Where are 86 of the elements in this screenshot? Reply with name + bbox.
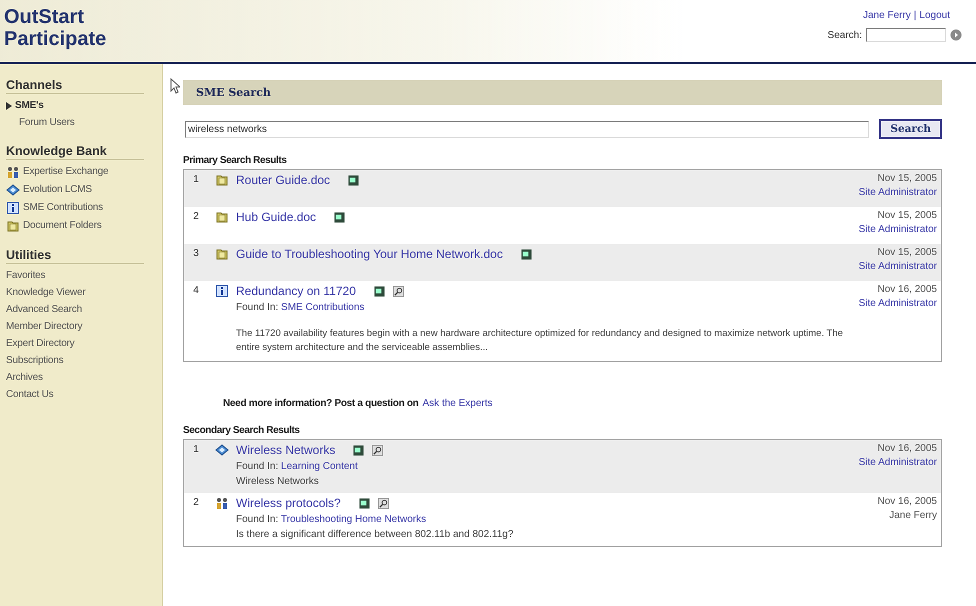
user-link[interactable]: Jane Ferry bbox=[863, 10, 911, 21]
result-title-link[interactable]: Wireless protocols? bbox=[236, 496, 341, 510]
sidebar-heading: Utilities bbox=[6, 248, 144, 264]
sidebar-item[interactable]: Evolution LCMS bbox=[23, 181, 92, 199]
result-snippet: Is there a significant difference between 802.11b and 802.11g? bbox=[236, 529, 514, 540]
section-heading: Secondary Search Results bbox=[183, 425, 301, 436]
view-icon[interactable] bbox=[520, 248, 532, 260]
sidebar-item[interactable]: Forum Users bbox=[6, 114, 158, 131]
panel-title-bar: SME Search bbox=[183, 80, 942, 105]
logo-text: Participate bbox=[4, 28, 106, 50]
section-heading: Primary Search Results bbox=[183, 155, 288, 166]
folder-icon bbox=[215, 247, 229, 261]
sidebar-item[interactable]: Favorites bbox=[6, 267, 158, 284]
found-in-label: Found In: bbox=[236, 302, 278, 313]
result-snippet: Wireless Networks bbox=[236, 476, 320, 487]
folder-icon bbox=[215, 173, 229, 187]
logo-text: OutStart bbox=[4, 6, 85, 28]
view-icon[interactable] bbox=[358, 498, 370, 508]
search-button[interactable]: Search bbox=[879, 119, 942, 139]
folder-icon bbox=[215, 210, 229, 224]
sidebar-item[interactable]: Knowledge Viewer bbox=[6, 284, 158, 301]
layers-icon bbox=[215, 443, 229, 457]
magnifier-icon[interactable] bbox=[392, 286, 404, 296]
result-number: 2 bbox=[192, 496, 200, 510]
author-link[interactable]: Site Administrator bbox=[858, 457, 937, 468]
triangle-icon bbox=[6, 102, 12, 110]
result-title-link[interactable]: Redundancy on 11720 bbox=[236, 284, 356, 298]
sidebar-item[interactable]: Contact Us bbox=[6, 386, 158, 403]
ask-experts-link[interactable]: Ask the Experts bbox=[422, 398, 493, 409]
sidebar-item[interactable]: Advanced Search bbox=[6, 301, 158, 318]
sidebar-item[interactable]: Member Directory bbox=[6, 318, 158, 335]
sidebar-heading: Channels bbox=[6, 78, 144, 94]
more-info-text: Need more information? Post a question on bbox=[223, 398, 418, 409]
people-icon bbox=[6, 165, 20, 179]
found-in-label: Found In: bbox=[236, 461, 278, 472]
result-title-link[interactable]: Guide to Troubleshooting Your Home Network.doc bbox=[236, 247, 503, 261]
result-number: 1 bbox=[192, 443, 200, 457]
author-name: Jane Ferry bbox=[889, 510, 937, 521]
sidebar-heading: Knowledge Bank bbox=[6, 144, 144, 160]
found-in-link[interactable]: Troubleshooting Home Networks bbox=[280, 514, 426, 525]
result-title-link[interactable]: Wireless Networks bbox=[236, 443, 336, 457]
result-number: 3 bbox=[192, 247, 200, 261]
sidebar-item[interactable]: Subscriptions bbox=[6, 352, 158, 369]
cursor-icon bbox=[170, 78, 180, 94]
result-date: Nov 15, 2005 bbox=[878, 247, 937, 258]
result-date: Nov 16, 2005 bbox=[878, 443, 937, 454]
author-link[interactable]: Site Administrator bbox=[858, 187, 937, 198]
author-link[interactable]: Site Administrator bbox=[858, 261, 937, 272]
sidebar-item[interactable]: Expertise Exchange bbox=[23, 163, 108, 181]
separator: | bbox=[914, 10, 916, 21]
search-field[interactable] bbox=[866, 28, 946, 42]
sidebar-item[interactable]: SME's bbox=[6, 97, 158, 114]
result-date: Nov 15, 2005 bbox=[878, 210, 937, 221]
result-date: Nov 16, 2005 bbox=[878, 496, 937, 507]
sidebar-item[interactable]: Expert Directory bbox=[6, 335, 158, 352]
author-link[interactable]: Site Administrator bbox=[858, 298, 937, 309]
folder-icon bbox=[6, 219, 20, 233]
sidebar-item[interactable]: Document Folders bbox=[23, 217, 102, 235]
result-date: Nov 16, 2005 bbox=[878, 284, 937, 295]
result-number: 4 bbox=[192, 284, 200, 298]
sidebar-item[interactable]: SME Contributions bbox=[23, 199, 103, 217]
go-icon[interactable] bbox=[950, 29, 962, 41]
logout-link[interactable]: Logout bbox=[919, 10, 950, 21]
result-description: The 11720 availability features begin with a new hardware architecture optimized for redundancy and designed to maximize network uptime. The entire system architecture and the serviceable assemblies... bbox=[236, 327, 844, 355]
view-icon[interactable] bbox=[348, 174, 360, 186]
result-title-link[interactable]: Router Guide.doc bbox=[236, 173, 330, 187]
search-label: Search: bbox=[828, 30, 862, 40]
found-in-label: Found In: bbox=[236, 514, 278, 525]
result-number: 1 bbox=[192, 173, 200, 187]
sidebar-item[interactable]: Archives bbox=[6, 369, 158, 386]
result-title-link[interactable]: Hub Guide.doc bbox=[236, 210, 316, 224]
people-icon bbox=[215, 496, 229, 510]
search-query-field[interactable]: wireless networks bbox=[185, 120, 870, 138]
result-date: Nov 15, 2005 bbox=[878, 173, 937, 184]
view-icon[interactable] bbox=[374, 286, 385, 296]
view-icon[interactable] bbox=[353, 444, 364, 456]
found-in-link[interactable]: Learning Content bbox=[281, 461, 358, 472]
info-icon bbox=[215, 284, 229, 298]
layers-icon bbox=[6, 183, 20, 197]
found-in-link[interactable]: SME Contributions bbox=[281, 302, 364, 313]
info-icon bbox=[6, 201, 20, 215]
author-link[interactable]: Site Administrator bbox=[858, 224, 937, 235]
result-number: 2 bbox=[192, 210, 200, 224]
magnifier-icon[interactable] bbox=[372, 444, 384, 456]
view-icon[interactable] bbox=[334, 212, 346, 222]
magnifier-icon[interactable] bbox=[378, 498, 389, 508]
